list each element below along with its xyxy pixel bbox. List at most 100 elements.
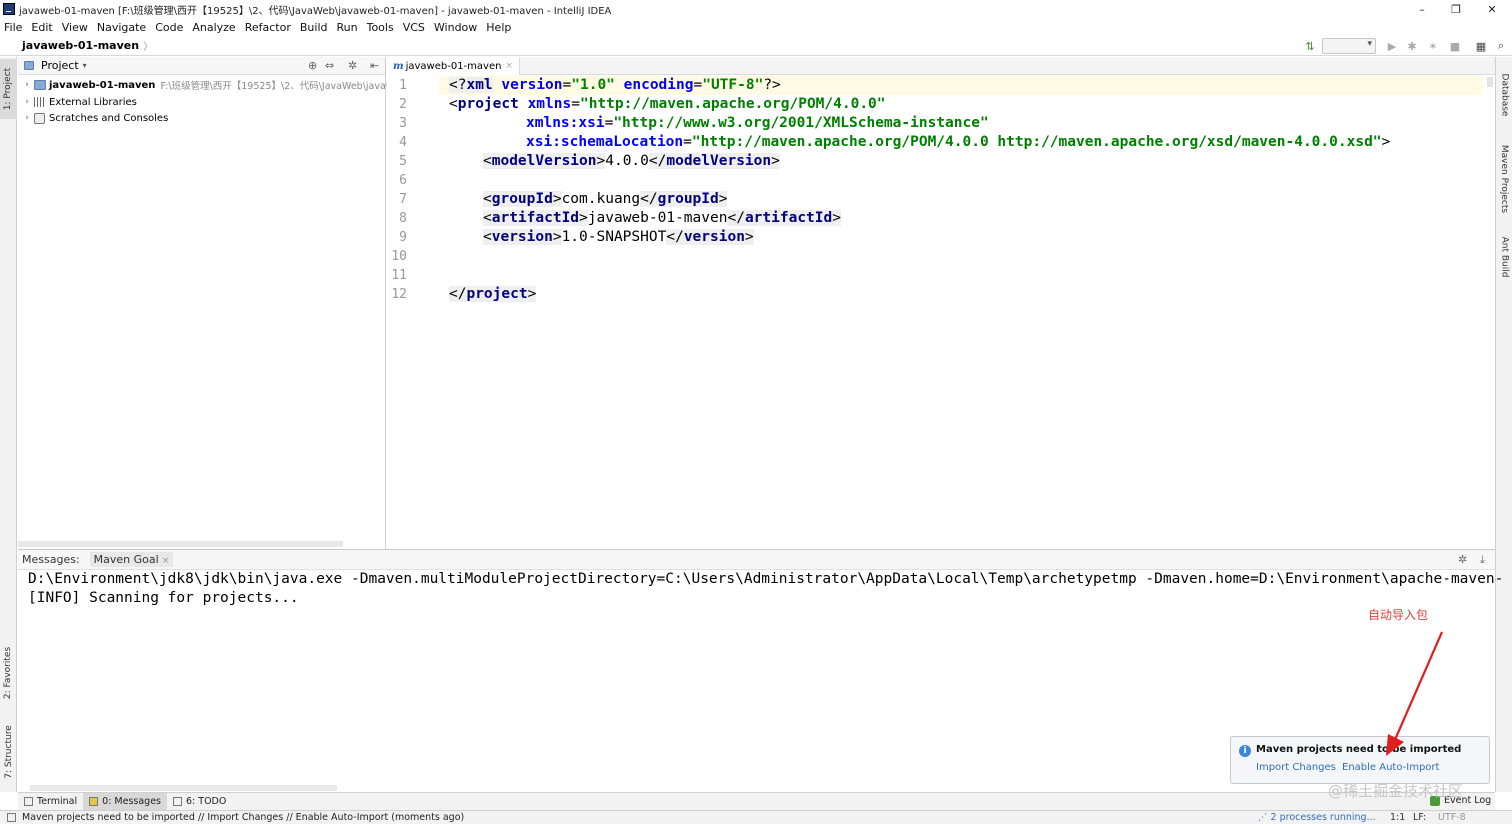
tree-item-label: javaweb-01-maven [49,79,156,91]
tree-item-scratches[interactable]: › Scratches and Consoles [18,110,168,126]
line-number: 2 [399,97,407,112]
chevron-right-icon[interactable]: › [20,113,34,123]
line-number: 1 [399,78,407,93]
menu-run[interactable]: Run [337,21,358,34]
tree-item-project-root[interactable]: › javaweb-01-maven F:\班级管理\西开【19525】\2、代… [18,77,405,93]
messages-horizontal-scrollbar[interactable] [30,785,337,791]
terminal-icon [24,797,33,806]
code-line-5: <modelVersion>4.0.0</modelVersion> [483,153,780,169]
ant-build-tool-tab[interactable]: Ant Build [1496,227,1512,287]
gear-icon[interactable]: ✲ [348,59,357,72]
chevron-down-icon[interactable]: ▾ [83,61,87,70]
menu-file[interactable]: File [4,21,22,34]
stop-icon[interactable]: ■ [1448,39,1462,53]
tree-item-label: External Libraries [49,96,137,108]
red-annotation-label: 自动导入包 [1368,608,1429,622]
menu-code[interactable]: Code [155,21,183,34]
restore-button[interactable]: ❐ [1436,0,1476,18]
collapse-all-icon[interactable]: ⇔ [325,59,334,72]
editor-tab-pom[interactable]: m javaweb-01-maven × [387,57,520,75]
chevron-right-icon[interactable]: › [20,97,34,107]
debug-icon[interactable]: ✱ [1405,39,1419,53]
code-line-9: <version>1.0-SNAPSHOT</version> [483,229,754,245]
locate-icon[interactable]: ⊕ [308,59,317,72]
menu-edit[interactable]: Edit [31,21,52,34]
line-separator[interactable]: LF: [1413,812,1426,823]
menu-tools[interactable]: Tools [367,21,394,34]
favorites-tool-tab[interactable]: 2: Favorites [0,642,17,704]
project-tool-tab[interactable]: 1: Project [0,59,17,119]
todo-icon [173,797,183,806]
project-horizontal-scrollbar[interactable] [18,541,343,547]
tab-messages[interactable]: 0: Messages [83,793,168,810]
line-number: 12 [391,287,407,302]
search-everywhere-icon[interactable]: ⌕ [1494,39,1508,53]
project-structure-icon[interactable]: ▦ [1474,39,1488,53]
background-processes[interactable]: ⋰ 2 processes running... [1258,812,1376,823]
editor: m javaweb-01-maven × 1 2 3 4 5 6 7 8 9 1… [387,57,1495,549]
tree-item-path: F:\班级管理\西开【19525】\2、代码\JavaWeb\javaweb [160,81,406,92]
close-tab-icon[interactable]: × [505,61,513,71]
tree-item-external-libraries[interactable]: › External Libraries [18,94,137,110]
menu-navigate[interactable]: Navigate [97,21,146,34]
tab-terminal[interactable]: Terminal [18,793,83,810]
run-icon[interactable]: ▶ [1385,39,1399,53]
console-line-command: D:\Environment\jdk8\jdk\bin\java.exe -Dm… [28,571,1504,587]
close-tab-icon[interactable]: × [162,556,170,566]
status-message[interactable]: Maven projects need to be imported // Im… [22,812,464,823]
project-view-icon [24,61,34,70]
code-line-8: <artifactId>javaweb-01-maven</artifactId… [483,210,841,226]
structure-tool-tab[interactable]: 7: Structure [0,717,17,787]
breadcrumb-project[interactable]: javaweb-01-maven [22,39,139,52]
line-number: 8 [399,211,407,226]
tree-item-label: Scratches and Consoles [49,112,169,124]
window-title: javaweb-01-maven [F:\班级管理\西开【19525】\2、代码… [19,5,612,17]
code-line-4: xsi:schemaLocation="http://maven.apache.… [526,134,1391,150]
progress-icon: ⋰ [1258,812,1271,823]
menu-build[interactable]: Build [300,21,328,34]
menu-help[interactable]: Help [486,21,511,34]
chevron-right-icon[interactable]: › [20,80,34,90]
coverage-icon[interactable]: ✶ [1426,39,1440,53]
info-icon: i [1239,745,1251,757]
line-number: 7 [399,192,407,207]
project-panel: Project ▾ ⊕ ⇔ ✲ ⇤ › javaweb-01-maven F:\… [18,57,405,549]
hide-panel-icon[interactable]: ⇤ [370,59,379,72]
hide-panel-icon[interactable]: ⤓ [1480,553,1485,567]
intellij-app-icon [3,3,15,15]
messages-label: Messages: [22,553,80,566]
code-line-12: </project> [449,286,537,302]
gear-icon[interactable]: ✲ [1458,553,1467,566]
line-number: 11 [391,268,407,283]
messages-header: Messages: Maven Goal × ✲ ⤓ [18,550,1495,570]
console-line-info: [INFO] Scanning for projects... [28,590,299,606]
menu-window[interactable]: Window [434,21,477,34]
project-view-selector[interactable]: Project [41,59,79,72]
close-window-button[interactable]: ✕ [1472,0,1512,18]
toggle-tool-windows-icon[interactable] [7,813,16,822]
maven-projects-tool-tab[interactable]: Maven Projects [1496,139,1512,219]
tab-todo[interactable]: 6: TODO [167,793,232,810]
library-icon [34,97,45,107]
title-bar: javaweb-01-maven [F:\班级管理\西开【19525】\2、代码… [0,0,1512,18]
module-folder-icon [34,80,46,90]
tab-maven-goal[interactable]: Maven Goal × [89,552,174,567]
caret-position[interactable]: 1:1 [1390,812,1405,823]
enable-auto-import-link[interactable]: Enable Auto-Import [1342,762,1439,773]
line-number: 6 [399,173,407,188]
menu-refactor[interactable]: Refactor [245,21,291,34]
code-line-1: <?xml version="1.0" encoding="UTF-8"?> [449,77,781,93]
run-configuration-select[interactable] [1322,38,1376,54]
menu-view[interactable]: View [62,21,88,34]
import-changes-link[interactable]: Import Changes [1256,762,1336,773]
menu-bar: File Edit View Navigate Code Analyze Ref… [0,18,1512,36]
scratches-icon [34,112,45,124]
file-encoding[interactable]: UTF-8 [1438,812,1466,823]
menu-analyze[interactable]: Analyze [192,21,235,34]
database-tool-tab[interactable]: Database [1496,65,1512,125]
line-number: 9 [399,230,407,245]
menu-vcs[interactable]: VCS [403,21,425,34]
line-number: 5 [399,154,407,169]
editor-scrollbar-marker[interactable] [1487,77,1493,87]
build-icon[interactable]: ⇅ [1303,39,1317,53]
